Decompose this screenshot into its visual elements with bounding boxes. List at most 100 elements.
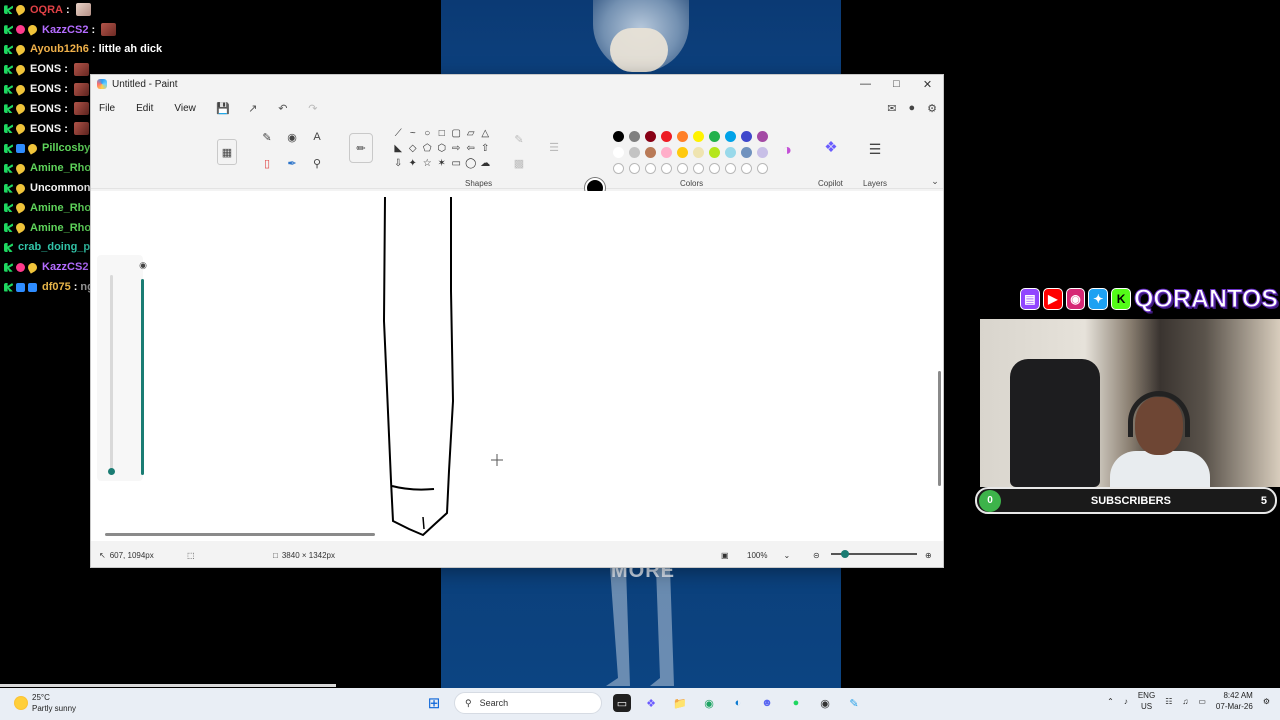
- color-swatch[interactable]: [661, 131, 672, 142]
- zoom-out-icon[interactable]: ⊝: [813, 551, 820, 560]
- custom-color-swatch[interactable]: [613, 163, 624, 174]
- taskbar-search[interactable]: ⚲ Search: [454, 692, 602, 714]
- account-icon[interactable]: ●: [908, 102, 915, 114]
- triangle-shape-icon[interactable]: △: [478, 126, 493, 141]
- horizontal-scrollbar[interactable]: [105, 531, 931, 537]
- task-view-icon[interactable]: ▭: [613, 694, 631, 712]
- menu-edit[interactable]: Edit: [136, 103, 153, 114]
- spotify-icon[interactable]: ●: [787, 694, 805, 712]
- color-swatch[interactable]: [677, 147, 688, 158]
- polygon-shape-icon[interactable]: ▱: [464, 126, 479, 141]
- chat-username[interactable]: Ayoub12h6: [30, 43, 89, 55]
- custom-color-swatch[interactable]: [661, 163, 672, 174]
- weather-widget[interactable]: 25°C Partly sunny: [14, 692, 76, 714]
- chat-username[interactable]: EONS: [30, 63, 61, 75]
- edge-icon[interactable]: ◐: [729, 694, 747, 712]
- color-swatch[interactable]: [613, 147, 624, 158]
- zoom-slider-thumb[interactable]: [841, 550, 849, 558]
- color-swatch[interactable]: [613, 131, 624, 142]
- minimize-button[interactable]: —: [850, 75, 881, 93]
- brushes-icon[interactable]: ✏: [349, 133, 373, 163]
- curve-shape-icon[interactable]: ~: [406, 126, 421, 141]
- paint-taskbar-icon[interactable]: ✎: [845, 694, 863, 712]
- oval-shape-icon[interactable]: ○: [420, 126, 435, 141]
- custom-color-swatch[interactable]: [709, 163, 720, 174]
- select-icon[interactable]: ▦: [217, 139, 237, 165]
- custom-color-swatch[interactable]: [741, 163, 752, 174]
- opacity-slider-track[interactable]: [141, 279, 144, 475]
- magnifier-icon[interactable]: ⚲: [309, 155, 325, 171]
- chat-username[interactable]: Amine_Rhoy: [30, 202, 97, 214]
- chat-username[interactable]: df075: [42, 281, 71, 293]
- color-swatch[interactable]: [645, 131, 656, 142]
- battery-icon[interactable]: ▭: [1198, 697, 1206, 706]
- color-swatch[interactable]: [629, 131, 640, 142]
- cloud-shape-icon[interactable]: ☁: [478, 156, 493, 171]
- callout-oval-shape-icon[interactable]: ◯: [464, 156, 479, 171]
- star5-shape-icon[interactable]: ☆: [420, 156, 435, 171]
- zoom-select[interactable]: 100% ⌄: [747, 551, 790, 560]
- color-picker-icon[interactable]: ✒: [284, 155, 300, 171]
- chevron-down-icon[interactable]: ⌄: [927, 173, 943, 189]
- chat-username[interactable]: KazzCS2: [42, 261, 88, 273]
- title-bar[interactable]: Untitled - Paint: [91, 75, 943, 93]
- custom-color-swatch[interactable]: [693, 163, 704, 174]
- layers-icon[interactable]: ☰: [867, 141, 883, 157]
- obs-icon[interactable]: ◉: [816, 694, 834, 712]
- size-slider-thumb[interactable]: [108, 468, 115, 475]
- file-explorer-icon[interactable]: 📁: [671, 694, 689, 712]
- edit-colors-icon[interactable]: ◑: [779, 142, 795, 159]
- color-swatch[interactable]: [725, 131, 736, 142]
- vertical-scroll-thumb[interactable]: [938, 371, 941, 486]
- color-swatch[interactable]: [661, 147, 672, 158]
- color-swatch[interactable]: [693, 131, 704, 142]
- custom-color-swatch[interactable]: [629, 163, 640, 174]
- left-arrow-shape-icon[interactable]: ⇦: [464, 141, 479, 156]
- wifi-icon[interactable]: ☷: [1165, 697, 1172, 706]
- maximize-button[interactable]: □: [881, 75, 912, 93]
- language-indicator[interactable]: ENG US: [1138, 690, 1155, 712]
- chat-username[interactable]: EONS: [30, 103, 61, 115]
- feedback-icon[interactable]: ✉: [887, 102, 896, 115]
- discord-icon[interactable]: ☻: [758, 694, 776, 712]
- chat-username[interactable]: EONS: [30, 123, 61, 135]
- chat-username[interactable]: KazzCS2: [42, 24, 88, 36]
- redo-icon[interactable]: ↷: [307, 102, 319, 115]
- right-triangle-shape-icon[interactable]: ◣: [391, 141, 406, 156]
- copilot-app-icon[interactable]: ❖: [642, 694, 660, 712]
- color-swatch[interactable]: [709, 131, 720, 142]
- text-tool-icon[interactable]: A: [309, 129, 325, 145]
- undo-icon[interactable]: ↶: [277, 102, 289, 115]
- vertical-scrollbar[interactable]: [936, 191, 942, 533]
- color-swatch[interactable]: [709, 147, 720, 158]
- share-icon[interactable]: ↗: [247, 102, 259, 115]
- right-arrow-shape-icon[interactable]: ⇨: [449, 141, 464, 156]
- color-swatch[interactable]: [757, 147, 768, 158]
- chat-username[interactable]: OQRA: [30, 4, 63, 16]
- pentagon-shape-icon[interactable]: ⬠: [420, 141, 435, 156]
- custom-color-swatch[interactable]: [725, 163, 736, 174]
- color-swatch[interactable]: [741, 131, 752, 142]
- eraser-icon[interactable]: ▯: [259, 155, 275, 171]
- shapes-gallery[interactable]: ⟋ ~ ○ □ ▢ ▱ △ ◣ ◇ ⬠ ⬡ ⇨ ⇦ ⇧ ⇩ ✦ ☆ ✶ ▭ ◯ ☁: [391, 126, 497, 174]
- hexagon-shape-icon[interactable]: ⬡: [435, 141, 450, 156]
- size-slider-track[interactable]: [110, 275, 113, 475]
- down-arrow-shape-icon[interactable]: ⇩: [391, 156, 406, 171]
- menu-file[interactable]: File: [99, 103, 115, 114]
- custom-color-swatch[interactable]: [677, 163, 688, 174]
- clock[interactable]: 8:42 AM 07-Mar-26: [1216, 690, 1253, 712]
- color-swatch[interactable]: [693, 147, 704, 158]
- microphone-icon[interactable]: ♪: [1124, 697, 1128, 706]
- zoom-in-icon[interactable]: ⊕: [925, 551, 932, 560]
- up-arrow-shape-icon[interactable]: ⇧: [478, 141, 493, 156]
- diamond-shape-icon[interactable]: ◇: [406, 141, 421, 156]
- star6-shape-icon[interactable]: ✶: [435, 156, 450, 171]
- notification-icon[interactable]: ⚙: [1263, 697, 1270, 706]
- chrome-icon[interactable]: ◉: [700, 694, 718, 712]
- settings-gear-icon[interactable]: ⚙: [927, 102, 937, 115]
- close-button[interactable]: ✕: [912, 75, 943, 93]
- save-icon[interactable]: 💾: [216, 102, 230, 115]
- pencil-icon[interactable]: ✎: [259, 129, 275, 145]
- rounded-rect-shape-icon[interactable]: ▢: [449, 126, 464, 141]
- custom-color-swatch[interactable]: [645, 163, 656, 174]
